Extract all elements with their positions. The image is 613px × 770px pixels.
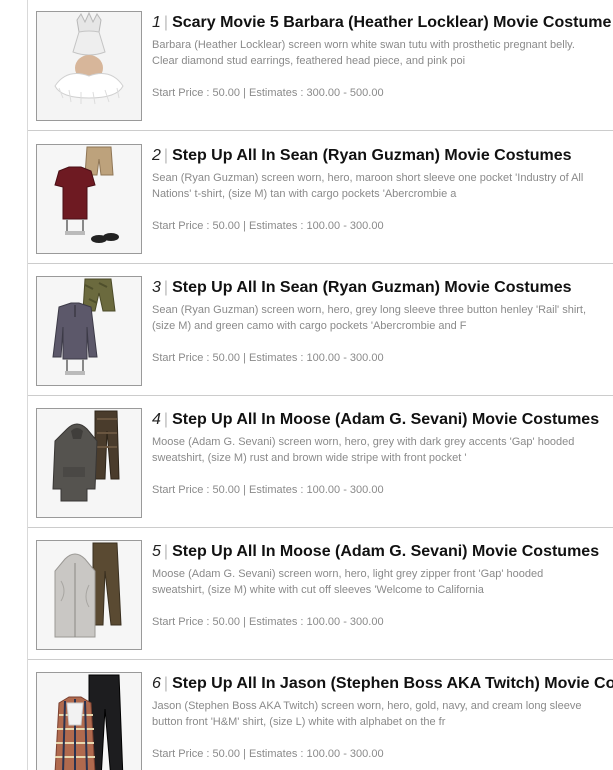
lot-title-link[interactable]: Step Up All In Jason (Stephen Boss AKA T… — [172, 675, 613, 692]
lot-description: Moose (Adam G. Sevani) screen worn, hero… — [152, 568, 544, 596]
title-separator: | — [163, 279, 169, 296]
lot-number: 2 — [152, 147, 161, 164]
title-separator: | — [163, 147, 169, 164]
lot-description: Sean (Ryan Guzman) screen worn, hero, ma… — [152, 172, 584, 200]
title-separator: | — [163, 14, 169, 31]
lot-thumbnail[interactable] — [36, 408, 142, 518]
title-separator: | — [163, 675, 169, 692]
tutu-costume-icon — [37, 12, 141, 120]
lot-title-row[interactable]: 1 | Scary Movie 5 Barbara (Heather Locklea… — [152, 13, 613, 33]
lot-title-link[interactable]: Step Up All In Sean (Ryan Guzman) Movie … — [172, 147, 571, 164]
lot-description: Moose (Adam G. Sevani) screen worn, hero… — [152, 436, 575, 464]
lot-title-row[interactable]: 6 | Step Up All In Jason (Stephen Boss AKA… — [152, 674, 613, 694]
lot-title-link[interactable]: Step Up All In Moose (Adam G. Sevani) Mo… — [172, 411, 599, 428]
zip-hoodie-pants-icon — [37, 541, 141, 649]
lot-price-info: Start Price : 50.00 | Estimates : 100.00… — [152, 483, 384, 497]
tshirt-shorts-icon — [37, 145, 141, 253]
price-separator: | — [243, 220, 246, 232]
lot-price-info: Start Price : 50.00 | Estimates : 100.00… — [152, 747, 384, 761]
hoodie-pants-icon — [37, 409, 141, 517]
price-separator: | — [243, 484, 246, 496]
lot-item[interactable]: 1 | Scary Movie 5 Barbara (Heather Locklea… — [28, 0, 613, 131]
lot-item[interactable]: 5 | Step Up All In Moose (Adam G. Sevani) … — [28, 529, 613, 660]
lot-list: 1 | Scary Movie 5 Barbara (Heather Locklea… — [27, 0, 613, 770]
lot-thumbnail[interactable] — [36, 11, 142, 121]
price-separator: | — [243, 748, 246, 760]
estimates: Estimates : 300.00 - 500.00 — [249, 87, 384, 99]
estimates: Estimates : 100.00 - 300.00 — [249, 220, 384, 232]
price-separator: | — [243, 352, 246, 364]
start-price: Start Price : 50.00 — [152, 748, 241, 760]
title-separator: | — [163, 543, 169, 560]
lot-price-info: Start Price : 50.00 | Estimates : 100.00… — [152, 351, 384, 365]
lot-item[interactable]: 6 | Step Up All In Jason (Stephen Boss AKA… — [28, 661, 613, 770]
lot-number: 5 — [152, 543, 161, 560]
start-price: Start Price : 50.00 — [152, 352, 241, 364]
start-price: Start Price : 50.00 — [152, 616, 241, 628]
lot-title-row[interactable]: 2 | Step Up All In Sean (Ryan Guzman) Movi… — [152, 146, 613, 166]
lot-title-row[interactable]: 3 | Step Up All In Sean (Ryan Guzman) Movi… — [152, 278, 613, 298]
henley-shorts-icon — [37, 277, 141, 385]
estimates: Estimates : 100.00 - 300.00 — [249, 484, 384, 496]
estimates: Estimates : 100.00 - 300.00 — [249, 352, 384, 364]
lot-thumbnail[interactable] — [36, 276, 142, 386]
lot-description: Barbara (Heather Locklear) screen worn w… — [152, 39, 575, 67]
lot-number: 4 — [152, 411, 161, 428]
lot-item[interactable]: 3 | Step Up All In Sean (Ryan Guzman) Movi… — [28, 265, 613, 396]
plaid-shirt-pants-icon — [37, 673, 141, 770]
start-price: Start Price : 50.00 — [152, 87, 241, 99]
lot-title-link[interactable]: Scary Movie 5 Barbara (Heather Locklear)… — [172, 14, 611, 31]
lot-item[interactable]: 4 | Step Up All In Moose (Adam G. Sevani) … — [28, 397, 613, 528]
lot-price-info: Start Price : 50.00 | Estimates : 100.00… — [152, 615, 384, 629]
lot-title-link[interactable]: Step Up All In Moose (Adam G. Sevani) Mo… — [172, 543, 599, 560]
lot-number: 3 — [152, 279, 161, 296]
estimates: Estimates : 100.00 - 300.00 — [249, 616, 384, 628]
lot-title-link[interactable]: Step Up All In Sean (Ryan Guzman) Movie … — [172, 279, 571, 296]
lot-number: 1 — [152, 14, 161, 31]
lot-description: Sean (Ryan Guzman) screen worn, hero, gr… — [152, 304, 587, 332]
lot-thumbnail[interactable] — [36, 672, 142, 770]
lot-price-info: Start Price : 50.00 | Estimates : 100.00… — [152, 219, 384, 233]
lot-description: Jason (Stephen Boss AKA Twitch) screen w… — [152, 700, 582, 728]
lot-price-info: Start Price : 50.00 | Estimates : 300.00… — [152, 86, 384, 100]
start-price: Start Price : 50.00 — [152, 220, 241, 232]
price-separator: | — [243, 616, 246, 628]
lot-number: 6 — [152, 675, 161, 692]
price-separator: | — [243, 87, 246, 99]
lot-thumbnail[interactable] — [36, 144, 142, 254]
title-separator: | — [163, 411, 169, 428]
lot-thumbnail[interactable] — [36, 540, 142, 650]
lot-item[interactable]: 2 | Step Up All In Sean (Ryan Guzman) Movi… — [28, 133, 613, 264]
estimates: Estimates : 100.00 - 300.00 — [249, 748, 384, 760]
lot-title-row[interactable]: 5 | Step Up All In Moose (Adam G. Sevani) … — [152, 542, 613, 562]
lot-title-row[interactable]: 4 | Step Up All In Moose (Adam G. Sevani) … — [152, 410, 613, 430]
start-price: Start Price : 50.00 — [152, 484, 241, 496]
